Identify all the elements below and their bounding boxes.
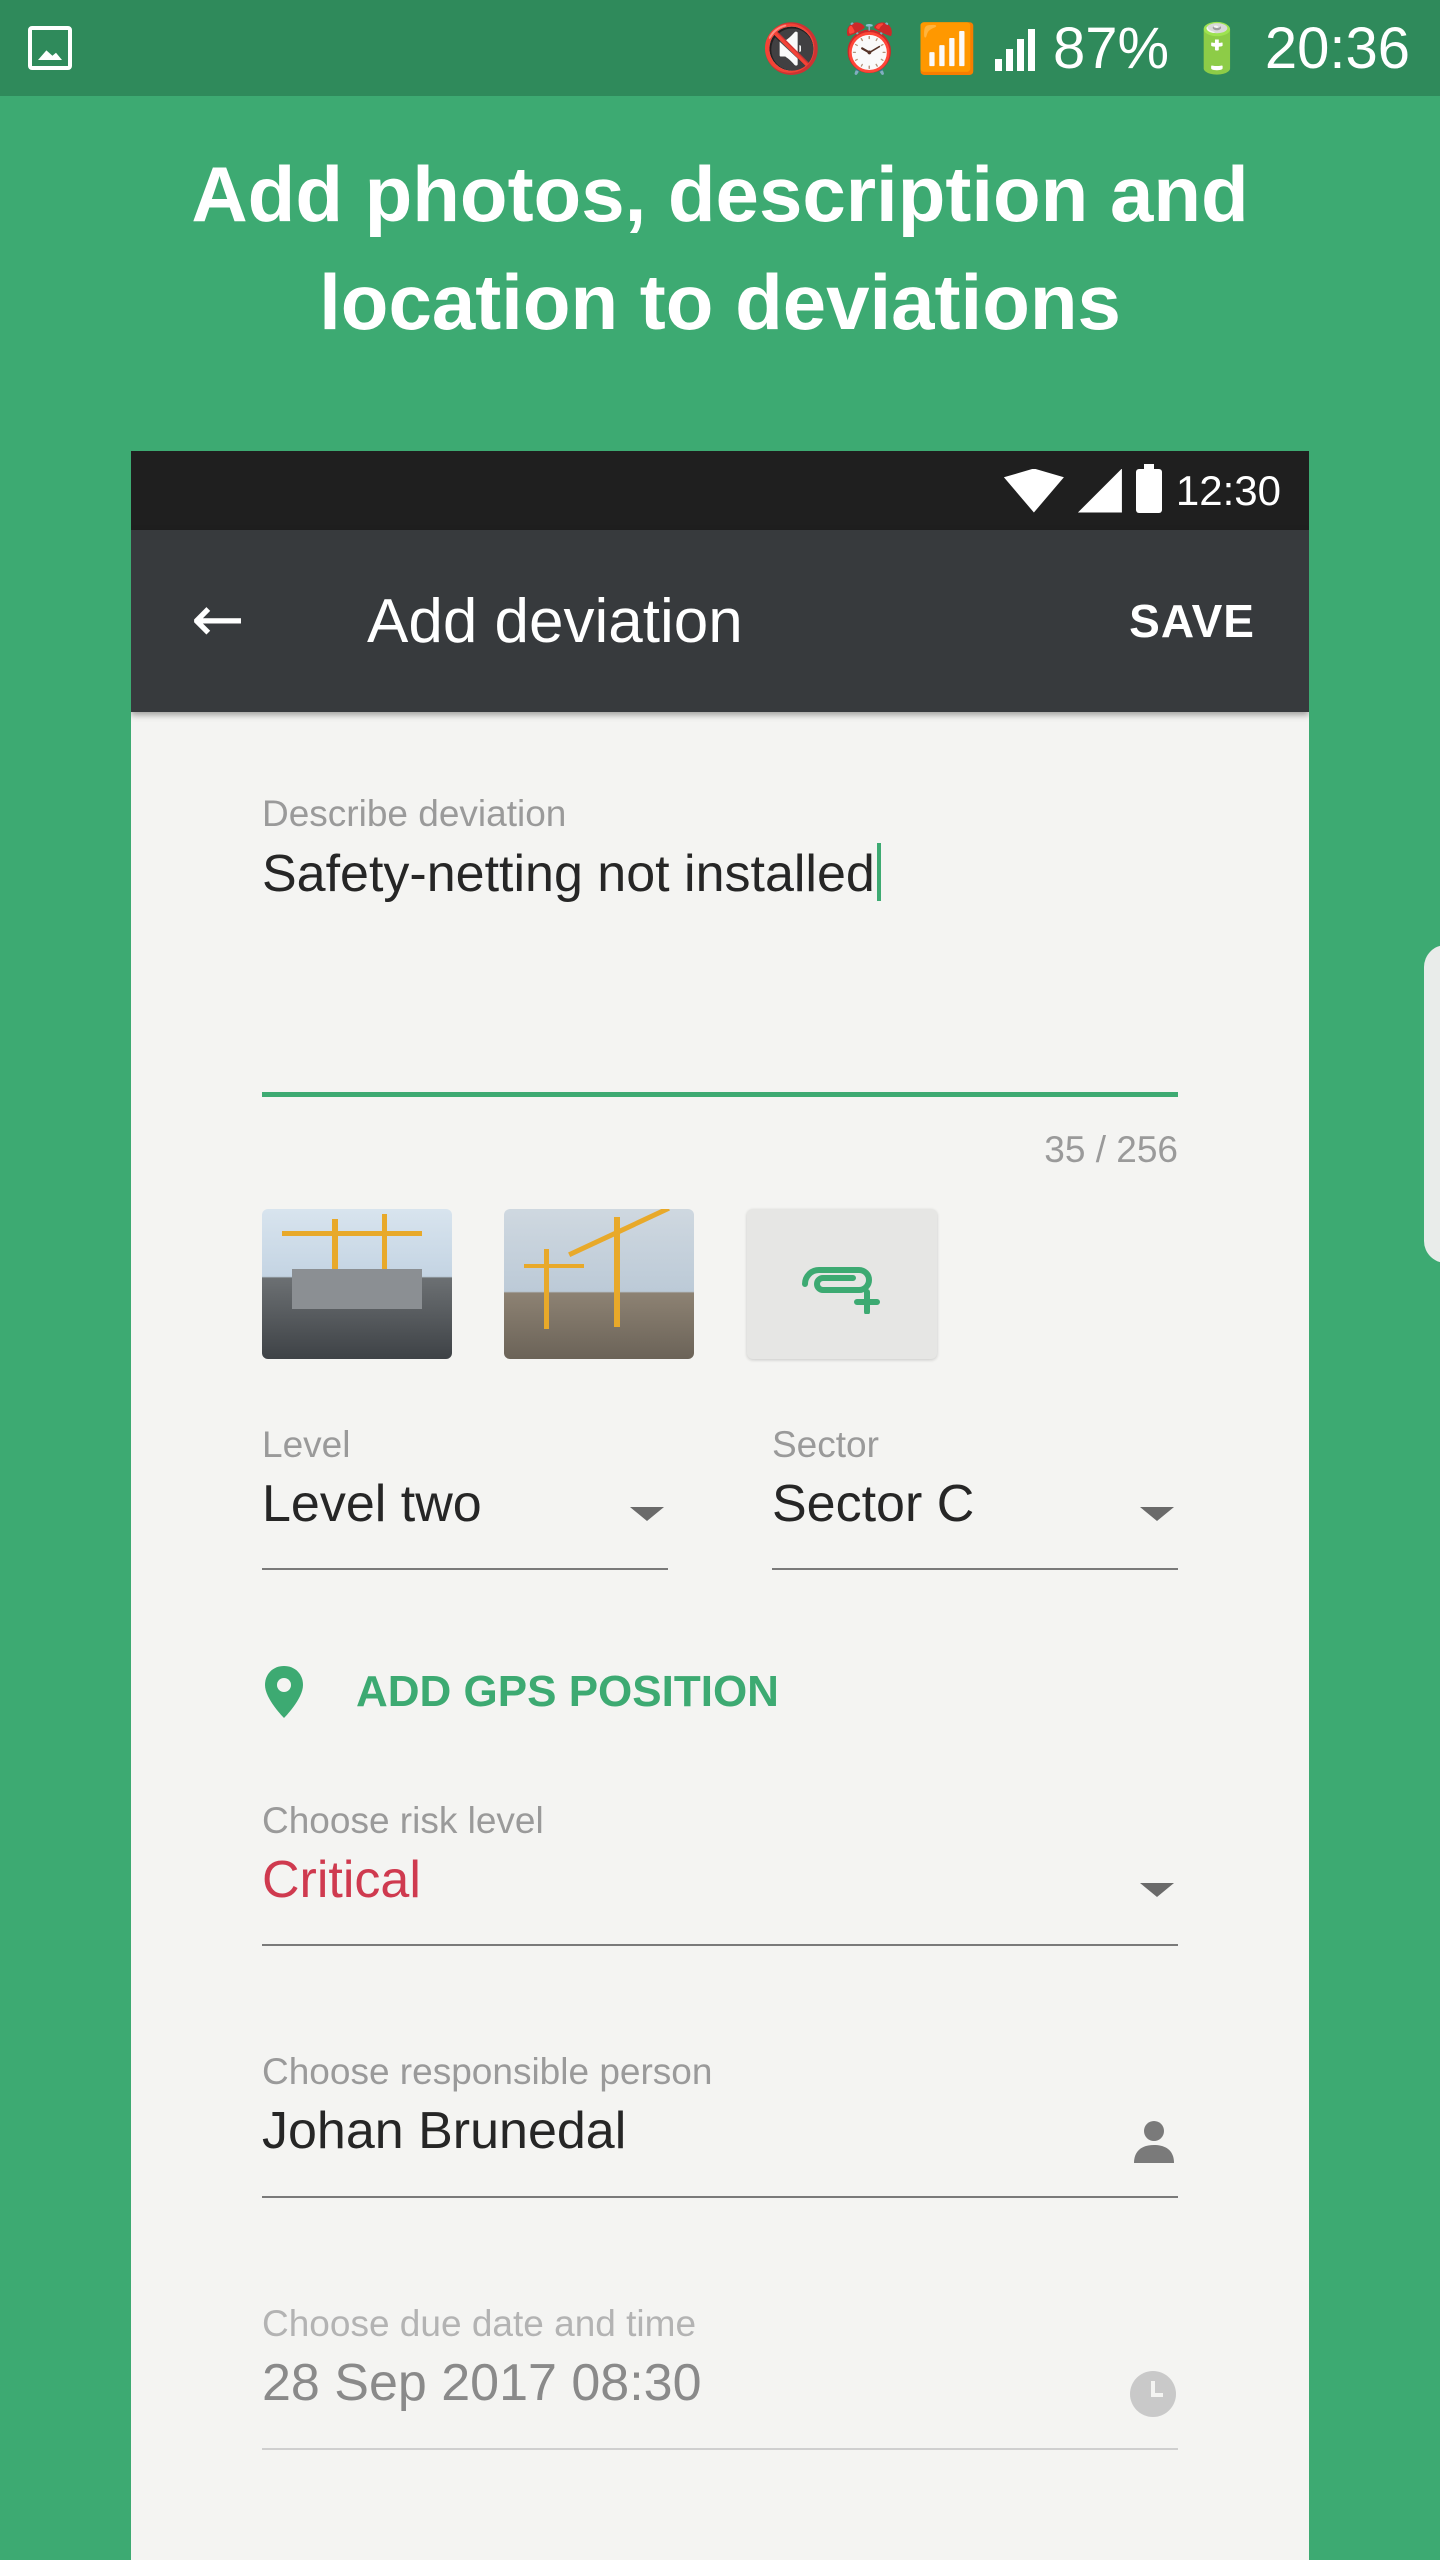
text-cursor xyxy=(876,843,881,901)
responsible-person-label: Choose responsible person xyxy=(262,2051,713,2092)
person-icon[interactable] xyxy=(1130,2117,1178,2165)
responsible-person-underline xyxy=(262,2196,1178,2198)
gallery-icon xyxy=(28,26,72,70)
responsible-person-field[interactable]: Johan Brunedal xyxy=(262,2101,626,2161)
description-underline xyxy=(262,1092,1178,1097)
phone-status-bar: 12:30 xyxy=(131,451,1309,530)
photo-thumbnail-2[interactable] xyxy=(504,1209,694,1359)
battery-percent: 87% xyxy=(1052,16,1170,81)
character-counter: 35 / 256 xyxy=(1044,1129,1178,1170)
risk-underline xyxy=(262,1944,1178,1946)
status-icons: 🔇 ⏰ 📶 87% 🔋 20:36 xyxy=(762,14,1410,84)
phone-status-time: 12:30 xyxy=(1175,466,1281,514)
mute-vibrate-icon: 🔇 xyxy=(761,21,822,77)
save-button[interactable]: SAVE xyxy=(1129,594,1255,648)
cell-signal-icon xyxy=(1077,468,1122,513)
description-label: Describe deviation xyxy=(262,793,567,834)
sector-select[interactable]: Sector C xyxy=(772,1474,974,1534)
edge-panel-handle[interactable] xyxy=(1424,945,1440,1263)
promo-headline: Add photos, description and location to … xyxy=(0,140,1440,356)
description-field[interactable]: Safety-netting not installed xyxy=(262,843,881,904)
wifi-icon xyxy=(1003,468,1064,513)
page-title: Add deviation xyxy=(367,587,743,656)
location-pin-icon xyxy=(265,1666,303,1718)
sector-label: Sector xyxy=(772,1424,879,1465)
add-attachment-button[interactable] xyxy=(747,1209,937,1359)
chevron-down-icon[interactable] xyxy=(1140,1507,1174,1521)
device-status-bar: 🔇 ⏰ 📶 87% 🔋 20:36 xyxy=(0,0,1440,96)
headline-line-1: Add photos, description and xyxy=(191,150,1249,238)
description-value: Safety-netting not installed xyxy=(262,845,875,903)
alarm-icon: ⏰ xyxy=(839,21,900,77)
level-select[interactable]: Level two xyxy=(262,1474,482,1534)
back-arrow-icon[interactable]: ← xyxy=(191,588,245,652)
attach-add-icon xyxy=(802,1267,880,1314)
risk-label: Choose risk level xyxy=(262,1800,544,1841)
photo-thumbnail-1[interactable] xyxy=(262,1209,452,1359)
battery-icon xyxy=(1135,463,1162,513)
clock-icon[interactable] xyxy=(1130,2371,1176,2417)
risk-level-select[interactable]: Critical xyxy=(262,1850,421,1910)
chevron-down-icon[interactable] xyxy=(1140,1883,1174,1897)
due-date-label: Choose due date and time xyxy=(262,2303,697,2344)
headline-line-2: location to deviations xyxy=(319,258,1121,346)
level-label: Level xyxy=(262,1424,351,1465)
due-date-underline xyxy=(262,2448,1178,2450)
chevron-down-icon[interactable] xyxy=(630,1507,664,1521)
level-underline xyxy=(262,1568,668,1570)
add-gps-position-button[interactable]: ADD GPS POSITION xyxy=(262,1657,779,1727)
sector-underline xyxy=(772,1568,1178,1570)
app-bar: ← Add deviation SAVE xyxy=(131,530,1309,712)
phone-mockup: 12:30 ← Add deviation SAVE Describe devi… xyxy=(131,451,1309,2560)
status-time: 20:36 xyxy=(1264,16,1410,81)
signal-icon xyxy=(994,27,1035,71)
wifi-icon: 📶 xyxy=(917,21,977,77)
due-date-field[interactable]: 28 Sep 2017 08:30 xyxy=(262,2353,702,2413)
battery-charging-icon: 🔋 xyxy=(1187,21,1247,77)
add-gps-position-label: ADD GPS POSITION xyxy=(356,1667,779,1716)
